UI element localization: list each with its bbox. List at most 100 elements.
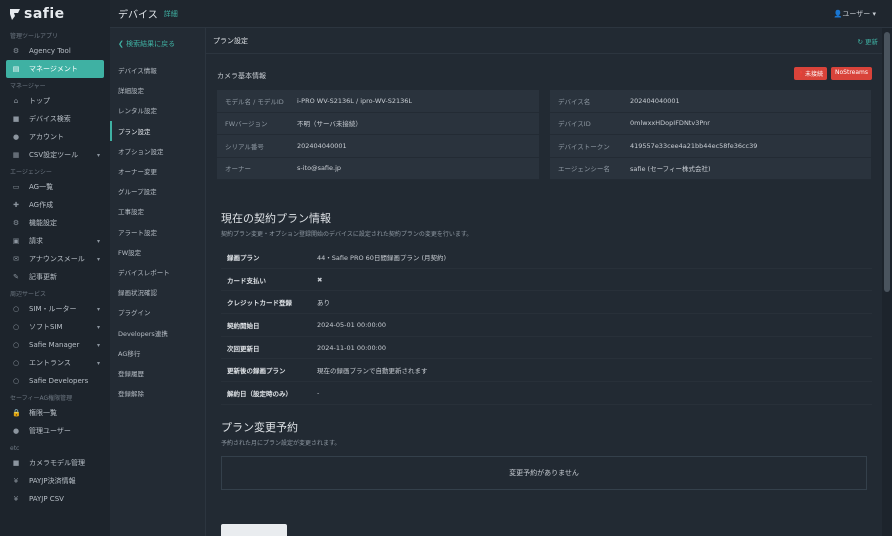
sidebar-item[interactable]: ▤ マネージメント [6, 60, 104, 78]
sidebar-item[interactable]: 🔒 権限一覧 [0, 404, 110, 422]
yen-icon: ¥ [13, 477, 19, 485]
sidebar-item[interactable]: ▭ AG一覧 [0, 178, 110, 196]
subnav-item[interactable]: レンタル設定 [110, 100, 205, 120]
subnav-item[interactable]: プラグイン [110, 302, 205, 322]
chevron-down-icon: ▾ [96, 237, 100, 245]
page-subtitle: 詳細 [163, 9, 178, 18]
yen-icon: ¥ [13, 495, 19, 503]
back-label: 検索結果に戻る [126, 40, 176, 48]
sidebar-item[interactable]: ▦ CSV設定ツール ▾ [0, 146, 110, 164]
sidebar-item[interactable]: ● 管理ユーザー [0, 422, 110, 440]
status-badge-nostreams: NoStreams [831, 67, 872, 80]
contract-row: カード支払い ✖ [221, 269, 872, 292]
contract-key: 解約日（設定時のみ） [227, 390, 292, 399]
back-to-results-link[interactable]: ❮ 検索結果に戻る [110, 28, 205, 60]
refresh-label: 更新 [865, 37, 878, 46]
subnav-item[interactable]: オーナー変更 [110, 161, 205, 181]
list-icon: ▭ [12, 183, 20, 191]
subnav-item[interactable]: デバイス情報 [110, 60, 205, 80]
sidebar-section-title: etc [10, 445, 20, 452]
info-key: モデル名 / モデルID [225, 97, 284, 106]
sidebar-item-label: アナウンスメール [29, 255, 85, 263]
invoice-icon: ▣ [12, 237, 20, 245]
subnav-item[interactable]: デバイスレポート [110, 262, 205, 282]
info-value: 202404040001 [297, 141, 347, 150]
refresh-button[interactable]: ↻ 更新 [857, 36, 878, 46]
scrollbar[interactable] [882, 28, 892, 536]
info-value: 不明（サーバ未接続） [297, 120, 362, 129]
sidebar-section-title: マネージャー [10, 83, 46, 90]
camera-icon: ■ [12, 115, 20, 123]
sidebar-item[interactable]: ○ エントランス ▾ [0, 354, 110, 372]
chevron-down-icon: ▾ [96, 255, 100, 263]
sidebar-item[interactable]: ○ ソフトSIM ▾ [0, 318, 110, 336]
subnav-item[interactable]: 登録解除 [110, 383, 205, 403]
contract-value: 2024-05-01 00:00:00 [317, 320, 387, 329]
sidebar-item[interactable]: ¥ PAYJP決済情報 [0, 472, 110, 490]
camera-icon: ■ [12, 459, 20, 467]
sidebar-item[interactable]: ○ Safie Manager ▾ [0, 336, 110, 354]
circle-icon: ○ [12, 305, 20, 313]
sidebar-item[interactable]: ■ カメラモデル管理 [0, 454, 110, 472]
user-menu[interactable]: 👤ユーザー ▾ [834, 9, 876, 19]
reservation-empty-text: 変更予約がありません [509, 469, 579, 477]
info-row: モデル名 / モデルID i-PRO WV-S2136L / ipro-WV-S2… [217, 90, 539, 113]
bottom-action-button[interactable] [221, 524, 287, 536]
user-menu-label: ユーザー [842, 9, 871, 18]
sidebar-item-label: トップ [29, 97, 50, 105]
caret-down-icon: ▾ [872, 9, 876, 18]
chevron-left-icon: ❮ [118, 40, 127, 48]
sidebar-item[interactable]: ¥ PAYJP CSV [0, 490, 110, 508]
sidebar-item[interactable]: ✎ 記事更新 [0, 268, 110, 286]
info-row: デバイスID 0mlwxxHDopIFDNtv3Pnr [550, 113, 871, 135]
sidebar-item-label: 管理ユーザー [29, 427, 71, 435]
sidebar-item[interactable]: ⌂ トップ [0, 92, 110, 110]
agency-icon: ⚙ [12, 47, 20, 55]
contract-key: カード支払い [227, 276, 266, 285]
chevron-down-icon: ▾ [96, 151, 100, 159]
sidebar-item-label: カメラモデル管理 [29, 459, 85, 467]
info-key: シリアル番号 [225, 142, 264, 151]
app-logo[interactable]: safie [0, 0, 110, 28]
subnav-item[interactable]: 登録履歴 [110, 363, 205, 383]
subnav-item[interactable]: AG移行 [110, 343, 205, 363]
scrollbar-thumb[interactable] [884, 32, 890, 292]
sidebar-item-label: デバイス検索 [29, 115, 71, 123]
badge-label: 未接続 [804, 71, 823, 78]
info-value: s-ito@safie.jp [297, 164, 342, 173]
sidebar-item[interactable]: ● アカウント [0, 128, 110, 146]
subnav-item[interactable]: 工事設定 [110, 201, 205, 221]
contract-value: - [317, 389, 320, 398]
sidebar-item[interactable]: ⚙ Agency Tool [0, 42, 110, 60]
subnav-item[interactable]: グループ設定 [110, 181, 205, 201]
sidebar-item[interactable]: ○ SIM・ルーター ▾ [0, 300, 110, 318]
contract-row: 録画プラン 44・Safie PRO 60日間録画プラン (月契約) [221, 246, 872, 269]
sidebar-item[interactable]: ✚ AG作成 [0, 196, 110, 214]
info-key: デバイストークン [558, 142, 610, 151]
subnav-item[interactable]: オプション設定 [110, 141, 205, 161]
sidebar: safie 管理ツールアプリ ⚙ Agency Tool ▤ マネージメント マネージャー… [0, 0, 110, 536]
sidebar-item[interactable]: ✉ アナウンスメール ▾ [0, 250, 110, 268]
subnav-item[interactable]: Developers連携 [110, 322, 205, 342]
sidebar-item-label: AG作成 [29, 201, 54, 209]
sidebar-item-label: CSV設定ツール [29, 151, 79, 159]
sidebar-section-title: エージェンシー [10, 169, 52, 176]
subnav-item[interactable]: アラート設定 [110, 222, 205, 242]
sidebar-item[interactable]: ■ デバイス検索 [0, 110, 110, 128]
contract-key: 次回更新日 [227, 344, 260, 353]
sidebar-item-label: アカウント [29, 133, 64, 141]
subnav-item[interactable]: 録画状況確認 [110, 282, 205, 302]
subnav-item[interactable]: 詳細設定 [110, 80, 205, 100]
sidebar-item-label: Agency Tool [29, 47, 71, 55]
subnav-item[interactable]: FW設定 [110, 242, 205, 262]
user-icon: ● [12, 427, 20, 435]
device-subnav: ❮ 検索結果に戻る デバイス情報 詳細設定 レンタル設定 プラン設定 オプション設定 オー… [110, 28, 206, 536]
contract-key: 録画プラン [227, 253, 260, 262]
sidebar-item[interactable]: ▣ 請求 ▾ [0, 232, 110, 250]
sidebar-item[interactable]: ○ Safie Developers [0, 372, 110, 390]
sidebar-item[interactable]: ⚙ 機能設定 [0, 214, 110, 232]
sidebar-item-label: AG一覧 [29, 183, 54, 191]
info-key: オーナー [225, 165, 251, 174]
subnav-item[interactable]: プラン設定 [110, 120, 205, 141]
sidebar-item-label: 請求 [29, 237, 43, 245]
